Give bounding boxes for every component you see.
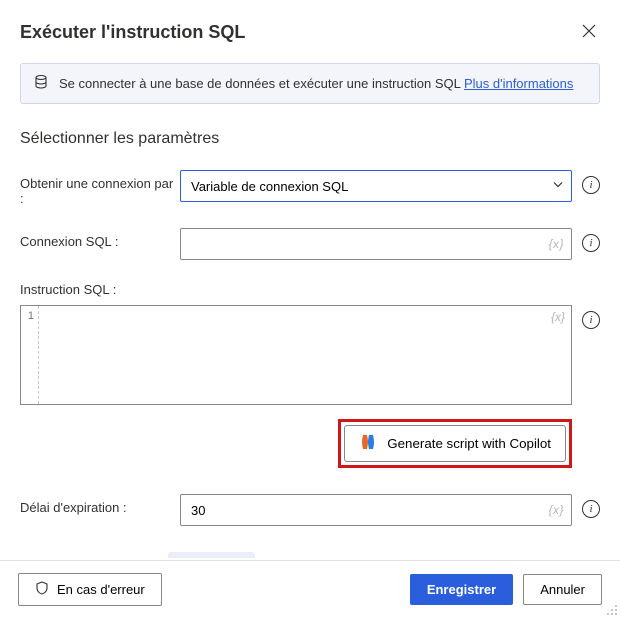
dialog-title: Exécuter l'instruction SQL xyxy=(20,22,245,43)
info-icon[interactable]: i xyxy=(582,176,600,194)
database-icon xyxy=(33,74,49,93)
info-icon[interactable]: i xyxy=(582,234,600,252)
copilot-icon xyxy=(359,433,377,454)
chevron-right-icon xyxy=(20,556,30,559)
on-error-button[interactable]: En cas d'erreur xyxy=(18,573,162,606)
sql-connection-label: Connexion SQL : xyxy=(20,228,180,249)
close-icon[interactable] xyxy=(578,20,600,45)
variable-placeholder-icon: {x} xyxy=(551,310,565,324)
info-icon[interactable]: i xyxy=(582,500,600,518)
cancel-button[interactable]: Annuler xyxy=(523,574,602,605)
timeout-label: Délai d'expiration : xyxy=(20,494,180,515)
generate-script-copilot-button[interactable]: Generate script with Copilot xyxy=(344,425,566,462)
info-text: Se connecter à une base de données et ex… xyxy=(59,76,573,91)
sql-instruction-label: Instruction SQL : xyxy=(20,282,600,297)
connection-by-label: Obtenir une connexion par : xyxy=(20,170,180,206)
section-heading: Sélectionner les paramètres xyxy=(20,130,600,148)
save-button[interactable]: Enregistrer xyxy=(410,574,513,605)
variables-produced-toggle[interactable]: Variables produites xyxy=(20,556,156,559)
info-bar: Se connecter à une base de données et ex… xyxy=(20,63,600,104)
resize-grip[interactable] xyxy=(606,604,618,616)
timeout-input[interactable] xyxy=(180,494,572,526)
sql-connection-input[interactable] xyxy=(180,228,572,260)
more-info-link[interactable]: Plus d'informations xyxy=(464,76,573,91)
variable-tag[interactable]: QueryResult xyxy=(168,552,255,558)
line-number: 1 xyxy=(21,306,39,404)
info-icon[interactable]: i xyxy=(582,311,600,329)
copilot-highlight: Generate script with Copilot xyxy=(338,419,572,468)
sql-instruction-editor[interactable]: 1 {x} xyxy=(20,305,572,405)
connection-by-select[interactable] xyxy=(180,170,572,202)
shield-icon xyxy=(35,581,49,598)
